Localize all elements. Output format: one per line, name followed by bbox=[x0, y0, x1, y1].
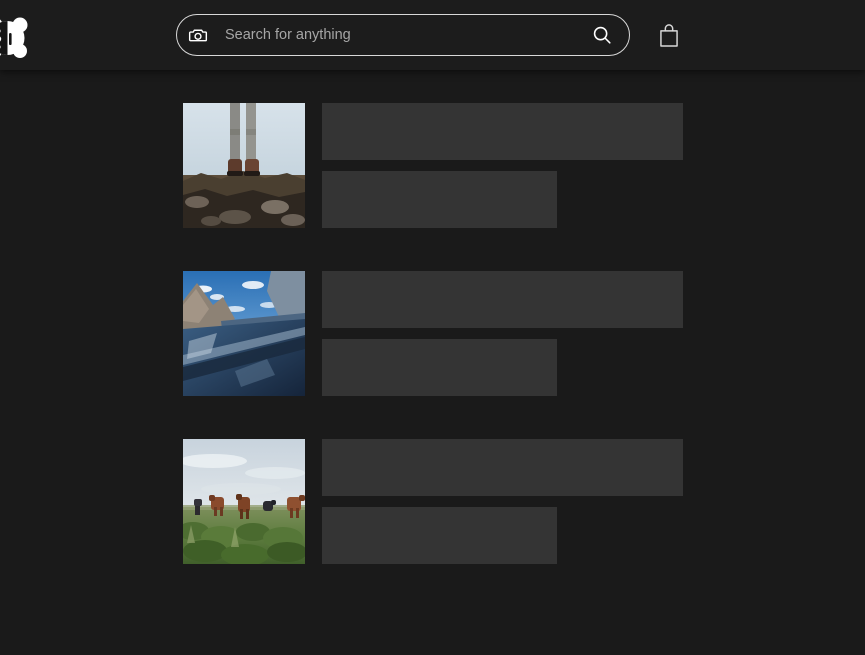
thumbnail-snowy-mountain-ridge[interactable] bbox=[183, 271, 305, 396]
search-input[interactable] bbox=[225, 22, 591, 48]
list-item[interactable] bbox=[183, 271, 703, 396]
app-root bbox=[0, 0, 865, 655]
list-item[interactable] bbox=[183, 439, 703, 564]
thumbnail-hiking-boots-on-rocks[interactable] bbox=[183, 103, 305, 228]
shopping-bag-button[interactable] bbox=[658, 22, 680, 48]
results-scroll-area[interactable] bbox=[0, 0, 865, 655]
list-item[interactable] bbox=[183, 103, 703, 228]
skeleton-line-title bbox=[322, 103, 683, 160]
search-bar[interactable] bbox=[176, 14, 630, 56]
shopping-bag-icon bbox=[660, 24, 678, 47]
search-icon bbox=[593, 26, 611, 44]
skeleton-line-title bbox=[322, 271, 683, 328]
skeleton-line-subtitle bbox=[322, 339, 557, 396]
results-list bbox=[183, 0, 703, 607]
camera-icon[interactable] bbox=[188, 25, 208, 45]
skeleton-line-subtitle bbox=[322, 171, 557, 228]
skeleton-group bbox=[322, 271, 683, 396]
panda-logo[interactable] bbox=[0, 13, 30, 59]
search-button[interactable] bbox=[591, 24, 613, 46]
skeleton-group bbox=[322, 439, 683, 564]
skeleton-line-subtitle bbox=[322, 507, 557, 564]
app-header bbox=[0, 0, 865, 70]
skeleton-line-title bbox=[322, 439, 683, 496]
thumbnail-horses-in-green-field[interactable] bbox=[183, 439, 305, 564]
skeleton-group bbox=[322, 103, 683, 228]
